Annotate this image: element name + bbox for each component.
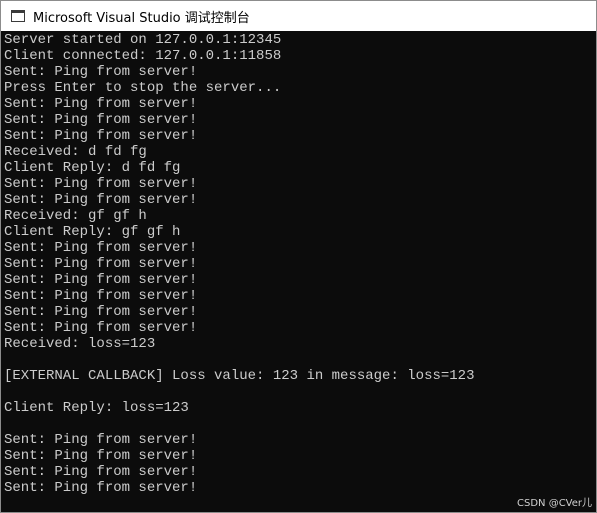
console-line: Sent: Ping from server! bbox=[4, 256, 198, 272]
console-line: Client Reply: gf gf h bbox=[4, 224, 181, 240]
console-line: Sent: Ping from server! bbox=[4, 432, 198, 448]
console-line: Sent: Ping from server! bbox=[4, 64, 198, 80]
console-output[interactable]: Server started on 127.0.0.1:12345 Client … bbox=[1, 31, 596, 512]
console-line: [EXTERNAL CALLBACK] Loss value: 123 in m… bbox=[4, 368, 475, 384]
console-line: Server started on 127.0.0.1:12345 bbox=[4, 32, 282, 48]
console-line: Sent: Ping from server! bbox=[4, 128, 198, 144]
console-line: Sent: Ping from server! bbox=[4, 96, 198, 112]
console-line: Received: loss=123 bbox=[4, 336, 156, 352]
console-line: Sent: Ping from server! bbox=[4, 192, 198, 208]
console-line: Sent: Ping from server! bbox=[4, 448, 198, 464]
console-lines: Server started on 127.0.0.1:12345 Client … bbox=[4, 32, 474, 496]
console-line: Client Reply: loss=123 bbox=[4, 400, 189, 416]
console-line: Received: d fd fg bbox=[4, 144, 147, 160]
console-line: Sent: Ping from server! bbox=[4, 240, 198, 256]
console-line: Sent: Ping from server! bbox=[4, 304, 198, 320]
console-line: Sent: Ping from server! bbox=[4, 272, 198, 288]
console-line: Sent: Ping from server! bbox=[4, 480, 198, 496]
console-line: Sent: Ping from server! bbox=[4, 320, 198, 336]
console-line: Client Reply: d fd fg bbox=[4, 160, 181, 176]
window-title: Microsoft Visual Studio 调试控制台 bbox=[33, 10, 250, 26]
title-bar[interactable]: Microsoft Visual Studio 调试控制台 bbox=[1, 1, 596, 31]
console-line: Client connected: 127.0.0.1:11858 bbox=[4, 48, 282, 64]
console-line: Sent: Ping from server! bbox=[4, 288, 198, 304]
console-line: Sent: Ping from server! bbox=[4, 112, 198, 128]
console-window: Microsoft Visual Studio 调试控制台 Server sta… bbox=[0, 0, 597, 513]
console-app-icon bbox=[11, 10, 25, 22]
console-line: Sent: Ping from server! bbox=[4, 176, 198, 192]
watermark: CSDN @CVer儿 bbox=[517, 498, 592, 509]
console-line: Press Enter to stop the server... bbox=[4, 80, 282, 96]
console-line: Received: gf gf h bbox=[4, 208, 147, 224]
console-line: Sent: Ping from server! bbox=[4, 464, 198, 480]
